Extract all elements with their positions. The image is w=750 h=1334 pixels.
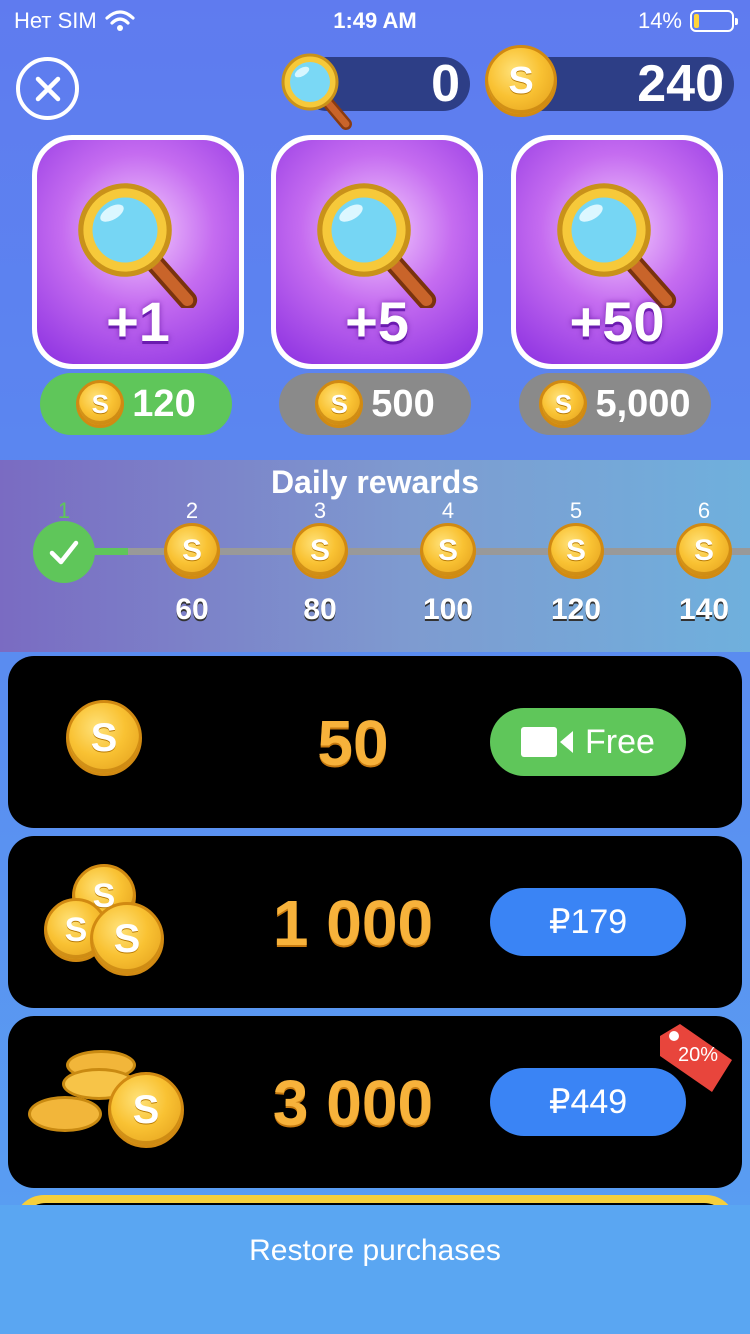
hint-pack-price-button[interactable]: S 500 xyxy=(279,373,471,435)
magnifier-icon xyxy=(281,53,352,130)
reward-coin-icon: S xyxy=(292,523,348,579)
daily-reward-day[interactable]: 4 xyxy=(408,498,488,524)
hint-pack-label: +50 xyxy=(569,290,665,353)
daily-reward-day[interactable]: 5 xyxy=(536,498,616,524)
reward-amount: 140 xyxy=(678,593,730,626)
hint-pack-card[interactable]: +50 xyxy=(511,135,723,369)
discount-badge-text: 20% xyxy=(677,1044,719,1066)
daily-rewards-panel: Daily rewards 1 2 S 60 3 S 80 4 S 100 5 S 12… xyxy=(0,460,750,652)
coin-icon: S xyxy=(76,380,125,428)
day-number: 5 xyxy=(569,498,583,523)
reward-coin-icon: S xyxy=(548,523,604,579)
hint-pack-price: 120 xyxy=(132,382,196,425)
coin-offer-card: S 50 Free xyxy=(8,656,742,828)
hint-pack-price: 500 xyxy=(371,382,435,425)
battery-icon xyxy=(690,10,738,32)
video-camera-icon xyxy=(521,727,574,757)
day-number: 3 xyxy=(313,498,327,523)
reward-amount: 120 xyxy=(550,593,602,626)
coin-icon: S xyxy=(485,45,557,117)
day-number: 2 xyxy=(185,498,199,523)
status-right: 14% xyxy=(637,8,738,34)
day-number: 6 xyxy=(697,498,711,523)
daily-rewards-title: Daily rewards xyxy=(270,464,480,500)
hint-pack-label: +1 xyxy=(106,290,170,353)
close-icon xyxy=(35,76,60,101)
hint-pack-card[interactable]: +5 xyxy=(271,135,483,369)
battery-percent: 14% xyxy=(637,8,682,33)
offer-button-label: ₽449 xyxy=(548,1083,628,1121)
reward-coin-icon: S xyxy=(420,523,476,579)
daily-reward-day[interactable]: 3 xyxy=(280,498,360,524)
restore-purchases-button[interactable]: Restore purchases xyxy=(0,1234,750,1268)
footer-bar xyxy=(0,1205,750,1334)
daily-reward-day[interactable]: 6 xyxy=(664,498,744,524)
coin-icon: S xyxy=(315,380,364,428)
hint-pack-price: 5,000 xyxy=(595,382,691,425)
offer-buy-button[interactable]: Free xyxy=(490,708,686,776)
offer-button-label: ₽179 xyxy=(548,903,628,941)
reward-coin-icon: S xyxy=(164,523,220,579)
hint-pack-card[interactable]: +1 xyxy=(32,135,244,369)
offer-button-label: Free xyxy=(585,722,655,761)
hint-pack-price-button[interactable]: S 5,000 xyxy=(519,373,711,435)
day-number: 4 xyxy=(441,498,455,523)
coin-icon: S xyxy=(539,380,588,428)
offer-buy-button[interactable]: ₽179 xyxy=(490,888,686,956)
reward-amount: 60 xyxy=(175,593,209,626)
battery-level xyxy=(694,14,699,28)
hint-pack-price-button[interactable]: S 120 xyxy=(40,373,232,435)
daily-reward-day[interactable]: 2 xyxy=(152,498,232,524)
coin-offer-card: S S S 1 000 ₽179 xyxy=(8,836,742,1008)
reward-amount: 80 xyxy=(303,593,337,626)
hints-count: 0 xyxy=(431,55,460,113)
reward-amount: 100 xyxy=(422,593,474,626)
reward-coin-icon: S xyxy=(676,523,732,579)
coins-count: 240 xyxy=(637,55,724,113)
coin-offer-card: S 3 000 ₽449 20% xyxy=(8,1016,742,1188)
claimed-check-icon xyxy=(33,521,95,583)
status-bar: Нет SIM 1:49 AM 14% xyxy=(0,0,750,40)
hint-pack-label: +5 xyxy=(345,290,409,353)
discount-badge: 20% xyxy=(656,1022,736,1094)
close-button[interactable] xyxy=(16,57,79,120)
